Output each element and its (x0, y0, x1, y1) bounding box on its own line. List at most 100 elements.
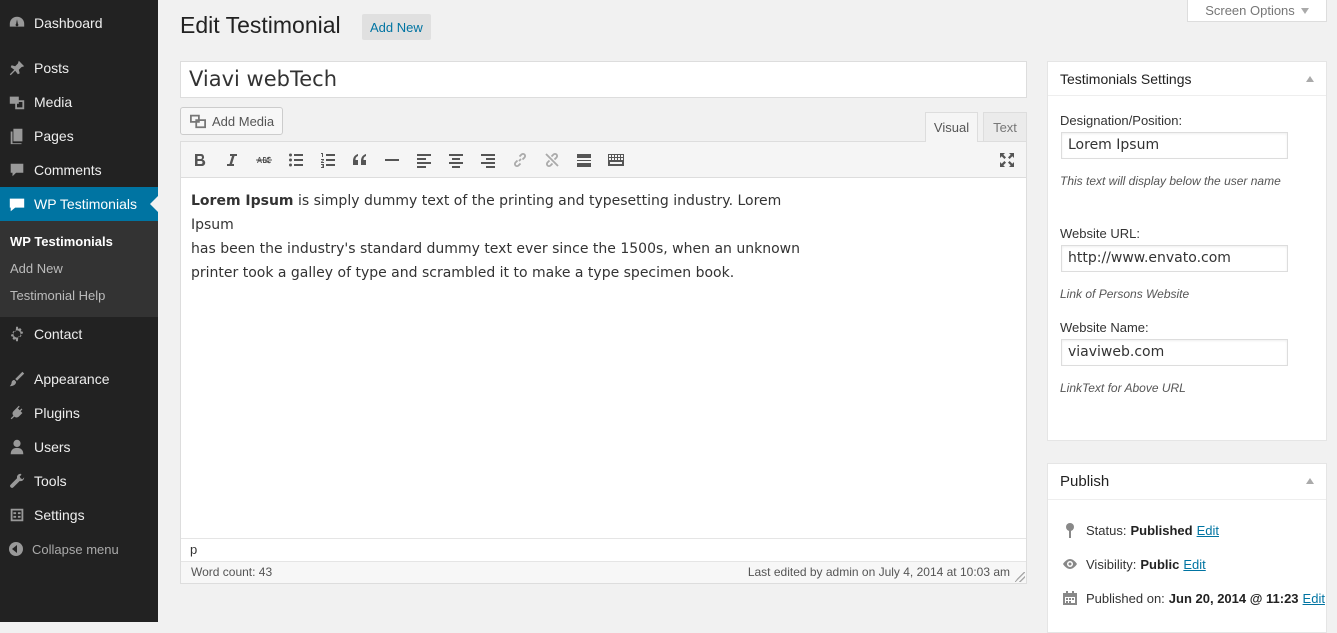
postbox-header[interactable]: Publish (1048, 464, 1326, 500)
content-editor: Lorem Ipsum is simply dummy text of the … (180, 141, 1027, 584)
testimonials-icon (0, 195, 34, 213)
toolbar-toggle-icon (608, 154, 624, 166)
menu-label: Users (34, 439, 71, 455)
pin-icon (0, 59, 34, 77)
status-row: Status: Published Edit (1062, 522, 1219, 538)
collapse-menu-button[interactable]: Collapse menu (0, 537, 158, 561)
visibility-label: Visibility: (1086, 556, 1137, 572)
tab-visual[interactable]: Visual (925, 112, 978, 142)
collapse-arrow-icon[interactable] (1306, 76, 1314, 82)
submenu-wp-testimonials[interactable]: WP Testimonials (10, 234, 113, 249)
numbered-list-icon (321, 153, 335, 168)
unlink-button[interactable] (541, 150, 563, 170)
menu-contact[interactable]: Contact (0, 317, 158, 351)
collapse-label: Collapse menu (32, 541, 119, 557)
designation-hint: This text will display below the user na… (1060, 174, 1281, 188)
add-media-button[interactable]: Add Media (180, 107, 283, 135)
content-text: has been the industry's standard dummy t… (191, 241, 800, 257)
menu-media[interactable]: Media (0, 85, 158, 119)
collapse-arrow-icon[interactable] (1306, 478, 1314, 484)
bulleted-list-icon (289, 153, 303, 167)
add-new-button[interactable]: Add New (362, 14, 431, 40)
menu-appearance[interactable]: Appearance (0, 362, 158, 396)
unlink-icon (545, 153, 559, 167)
menu-users[interactable]: Users (0, 430, 158, 464)
menu-posts[interactable]: Posts (0, 51, 158, 85)
horizontal-line-button[interactable] (381, 150, 403, 170)
numbered-list-button[interactable] (317, 150, 339, 170)
menu-label: Tools (34, 473, 67, 489)
menu-tools[interactable]: Tools (0, 464, 158, 498)
screen-options-label: Screen Options (1205, 3, 1295, 18)
editor-content[interactable]: Lorem Ipsum is simply dummy text of the … (191, 189, 811, 285)
postbox-title: Publish (1060, 473, 1110, 490)
post-title-input[interactable]: Viavi webTech (180, 61, 1027, 98)
strikethrough-button[interactable] (253, 150, 275, 170)
menu-label: Contact (34, 326, 83, 342)
menu-label: Comments (34, 162, 102, 178)
content-text: printer took a galley of type and scramb… (191, 265, 735, 281)
edit-status-link[interactable]: Edit (1197, 523, 1219, 538)
bulleted-list-button[interactable] (285, 150, 307, 170)
publish-box: Publish Status: Published Edit Visibilit… (1047, 463, 1327, 633)
toolbar-toggle-button[interactable] (605, 150, 627, 170)
element-path[interactable]: p (181, 538, 1026, 560)
align-right-button[interactable] (477, 150, 499, 170)
website-name-field[interactable]: viaviweb.com (1061, 339, 1288, 366)
bold-button[interactable] (189, 150, 211, 170)
read-more-icon (577, 154, 591, 167)
horizontal-line-icon (385, 159, 399, 161)
italic-icon (227, 154, 237, 166)
screen-options-button[interactable]: Screen Options (1187, 0, 1327, 22)
read-more-button[interactable] (573, 150, 595, 170)
bold-icon (195, 154, 206, 167)
menu-wp-testimonials[interactable]: WP Testimonials (0, 187, 158, 221)
settings-icon (0, 506, 34, 524)
fullscreen-button[interactable] (996, 150, 1018, 170)
postbox-header[interactable]: Testimonials Settings (1048, 62, 1326, 96)
align-left-icon (417, 154, 431, 168)
brush-icon (0, 370, 34, 388)
menu-label: Plugins (34, 405, 80, 421)
collapse-icon (9, 542, 23, 556)
admin-sidebar: Dashboard Posts Media Pages Comments WP … (0, 0, 158, 622)
published-value: Jun 20, 2014 @ 11:23 (1168, 590, 1299, 606)
menu-settings[interactable]: Settings (0, 498, 158, 532)
blockquote-button[interactable] (349, 150, 371, 170)
gear-icon (0, 325, 34, 343)
designation-field[interactable]: Lorem Ipsum (1061, 132, 1288, 159)
website-url-label: Website URL: (1060, 226, 1140, 241)
pin-icon (1066, 523, 1074, 538)
resize-handle[interactable] (1015, 572, 1025, 582)
align-left-button[interactable] (413, 150, 435, 170)
eye-icon (1063, 559, 1077, 569)
designation-label: Designation/Position: (1060, 113, 1183, 128)
editor-status-bar: Word count: 43 Last edited by admin on J… (181, 561, 1026, 583)
edit-date-link[interactable]: Edit (1303, 591, 1325, 606)
italic-button[interactable] (221, 150, 243, 170)
website-url-field[interactable]: http://www.envato.com (1061, 245, 1288, 272)
menu-label: Media (34, 94, 73, 110)
published-on-row: Published on: Jun 20, 2014 @ 11:23 Edit (1062, 590, 1325, 606)
align-center-button[interactable] (445, 150, 467, 170)
submenu-testimonial-help[interactable]: Testimonial Help (10, 288, 105, 303)
fullscreen-icon (1000, 153, 1014, 167)
submenu-add-new[interactable]: Add New (10, 261, 63, 276)
menu-dashboard[interactable]: Dashboard (0, 6, 158, 40)
link-icon (514, 153, 526, 167)
menu-comments[interactable]: Comments (0, 153, 158, 187)
wrench-icon (0, 472, 34, 490)
testimonials-submenu: WP Testimonials Add New Testimonial Help (0, 221, 158, 317)
menu-label: Appearance (34, 371, 110, 387)
pages-icon (0, 127, 34, 145)
testimonials-settings-box: Testimonials Settings Designation/Positi… (1047, 61, 1327, 441)
edit-visibility-link[interactable]: Edit (1183, 557, 1205, 572)
website-url-hint: Link of Persons Website (1060, 287, 1190, 301)
website-name-label: Website Name: (1060, 320, 1149, 335)
word-count: Word count: 43 (191, 565, 273, 579)
link-button[interactable] (509, 150, 531, 170)
media-icon (190, 114, 206, 129)
menu-pages[interactable]: Pages (0, 119, 158, 153)
menu-plugins[interactable]: Plugins (0, 396, 158, 430)
tab-text[interactable]: Text (983, 112, 1027, 141)
